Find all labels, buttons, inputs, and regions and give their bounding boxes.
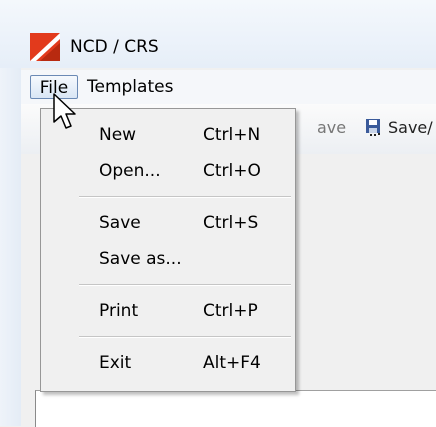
menu-item-print[interactable]: Print Ctrl+P	[43, 293, 293, 329]
title-bar: NCD / CRS	[0, 0, 436, 68]
menu-templates[interactable]: Templates	[83, 75, 177, 99]
mouse-cursor-icon	[53, 93, 76, 129]
menu-item-shortcut: Ctrl+S	[203, 213, 259, 233]
menu-item-exit[interactable]: Exit Alt+F4	[43, 345, 293, 381]
menu-separator	[79, 336, 291, 338]
menu-item-label: Print	[99, 301, 139, 321]
menu-bar: File Templates	[21, 70, 436, 104]
menu-item-new[interactable]: New Ctrl+N	[43, 117, 293, 153]
floppy-disk-icon[interactable]	[365, 118, 383, 136]
toolbar-saveas-button[interactable]: Save/	[388, 118, 433, 137]
menu-item-label: New	[99, 125, 137, 145]
menu-item-save[interactable]: Save Ctrl+S	[43, 205, 293, 241]
file-menu-dropdown: New Ctrl+N Open... Ctrl+O Save Ctrl+S Sa…	[40, 108, 296, 392]
menu-item-shortcut: Ctrl+P	[203, 301, 258, 321]
menu-separator	[79, 196, 291, 198]
menu-item-save-as[interactable]: Save as...	[43, 241, 293, 277]
window-title: NCD / CRS	[70, 37, 159, 57]
menu-item-label: Save	[99, 213, 141, 233]
toolbar-save-button[interactable]: ave	[317, 118, 346, 137]
ncd-app-icon	[30, 33, 60, 61]
menu-separator	[79, 284, 291, 286]
menu-item-label: Save as...	[99, 249, 182, 269]
menu-item-label: Open...	[99, 161, 161, 181]
menu-item-shortcut: Ctrl+N	[203, 125, 261, 145]
menu-item-shortcut: Alt+F4	[203, 353, 261, 373]
document-area[interactable]	[35, 390, 436, 427]
menu-item-label: Exit	[99, 353, 132, 373]
menu-item-open[interactable]: Open... Ctrl+O	[43, 153, 293, 189]
menu-item-shortcut: Ctrl+O	[203, 161, 261, 181]
